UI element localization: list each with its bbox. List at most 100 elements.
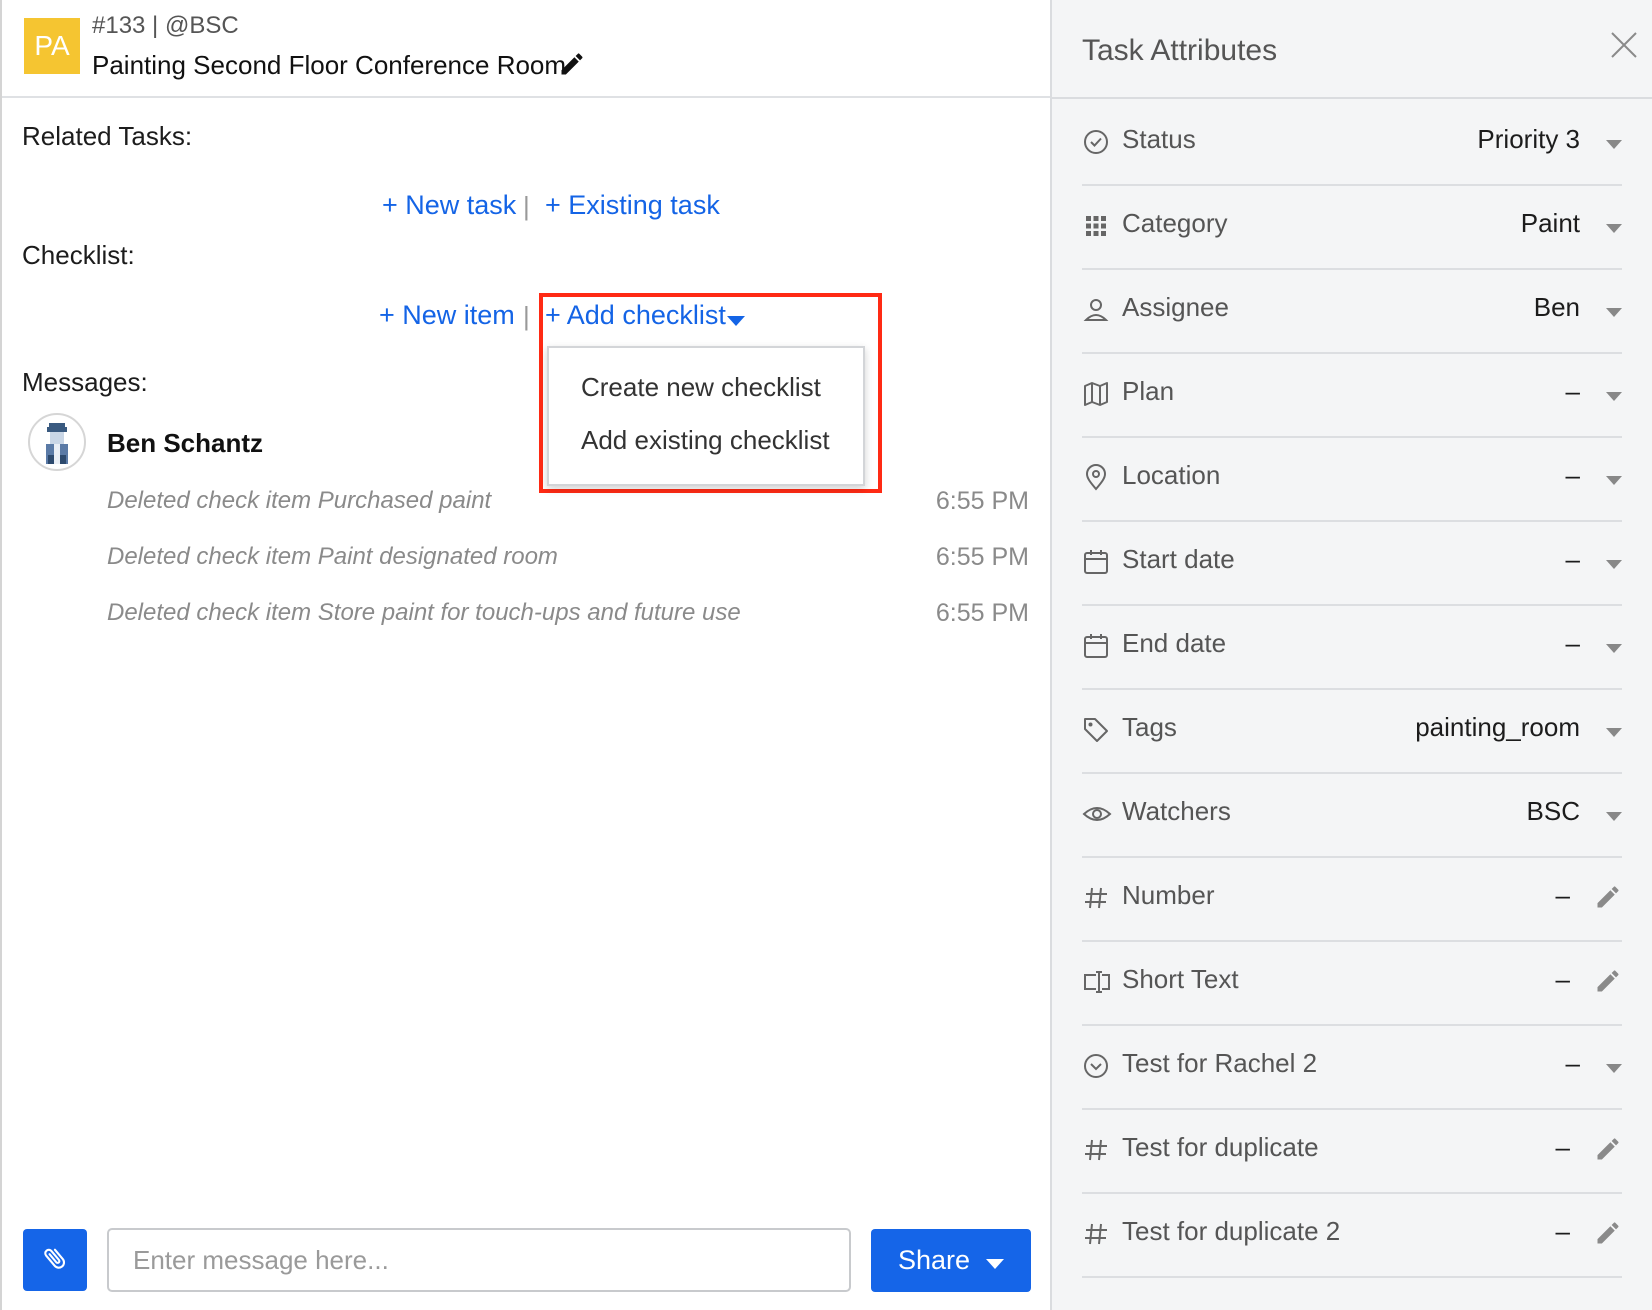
message-time: 6:55 PM [935, 487, 1029, 515]
attribute-row-watchers[interactable]: Watchers BSC [1082, 772, 1622, 858]
attribute-label: Start date [1122, 544, 1235, 574]
message-text: Deleted check item Store paint for touch… [107, 599, 741, 626]
attribute-label: End date [1122, 628, 1227, 658]
attribute-label: Number [1122, 880, 1215, 910]
task-header: PA #133 | @BSC Painting Second Floor Con… [2, 0, 1052, 98]
checklist-label: Checklist: [22, 240, 135, 270]
attach-button[interactable] [23, 1229, 87, 1291]
edit-icon[interactable] [1594, 967, 1622, 1000]
attribute-label: Plan [1122, 376, 1175, 406]
calendar-icon [1082, 632, 1110, 660]
new-item-link[interactable]: + New item [379, 300, 515, 331]
attribute-row-end-date[interactable]: End date – [1082, 604, 1622, 690]
attribute-value[interactable]: BSC [1527, 796, 1580, 827]
attribute-label: Status [1122, 124, 1196, 154]
message-text: Deleted check item Purchased paint [107, 487, 492, 514]
share-button[interactable]: Share [871, 1229, 1031, 1292]
edit-icon[interactable] [1594, 883, 1622, 916]
attribute-row-test-for-duplicate[interactable]: Test for duplicate – [1082, 1108, 1622, 1194]
caret-down-icon[interactable] [1606, 640, 1622, 658]
caret-down-icon[interactable] [1606, 472, 1622, 490]
new-task-link[interactable]: + New task [382, 190, 516, 221]
caret-down-icon[interactable] [1606, 556, 1622, 574]
attribute-value[interactable]: Paint [1521, 208, 1580, 239]
person-icon [1082, 296, 1110, 324]
attribute-row-plan[interactable]: Plan – [1082, 352, 1622, 438]
task-main-pane: PA #133 | @BSC Painting Second Floor Con… [0, 0, 1052, 1310]
attribute-row-short-text[interactable]: Short Text – [1082, 940, 1622, 1026]
edit-title-icon[interactable] [558, 50, 586, 83]
panel-title: Task Attributes [1082, 34, 1278, 67]
related-tasks-label: Related Tasks: [22, 121, 193, 151]
attribute-row-number[interactable]: Number – [1082, 856, 1622, 942]
check-circle-icon [1082, 128, 1110, 156]
attribute-label: Test for Rachel 2 [1122, 1048, 1318, 1078]
attribute-row-location[interactable]: Location – [1082, 436, 1622, 522]
edit-icon[interactable] [1594, 1219, 1622, 1252]
message-author: Ben Schantz [107, 428, 264, 458]
hash-icon [1082, 1136, 1110, 1164]
attribute-value[interactable]: – [1566, 544, 1580, 575]
edit-icon[interactable] [1594, 1135, 1622, 1168]
task-title: Painting Second Floor Conference Room [92, 50, 567, 80]
attribute-value[interactable]: painting_room [1415, 712, 1580, 743]
existing-task-link[interactable]: + Existing task [545, 190, 720, 221]
attribute-label: Location [1122, 460, 1221, 490]
hash-icon [1082, 884, 1110, 912]
avatar [28, 413, 86, 471]
attribute-label: Test for duplicate 2 [1122, 1216, 1341, 1246]
message-input[interactable] [107, 1228, 851, 1292]
caret-down-icon[interactable] [1606, 808, 1622, 826]
separator: | [523, 301, 530, 331]
tag-icon [1082, 716, 1110, 744]
attribute-label: Short Text [1122, 964, 1239, 994]
attribute-value[interactable]: – [1556, 964, 1570, 995]
add-checklist-menu: Create new checklist Add existing checkl… [547, 346, 865, 486]
attribute-value[interactable]: – [1556, 880, 1570, 911]
attribute-row-test-for-duplicate-2[interactable]: Test for duplicate 2 – [1082, 1192, 1622, 1278]
attribute-row-status[interactable]: Status Priority 3 [1082, 100, 1622, 186]
message-time: 6:55 PM [935, 543, 1029, 571]
task-badge: PA [24, 18, 80, 74]
caret-down-icon[interactable] [1606, 304, 1622, 322]
attribute-value[interactable]: – [1566, 1048, 1580, 1079]
hash-icon [1082, 1220, 1110, 1248]
calendar-icon [1082, 548, 1110, 576]
attribute-row-category[interactable]: Category Paint [1082, 184, 1622, 270]
caret-down-icon[interactable] [1606, 136, 1622, 154]
attribute-row-assignee[interactable]: Assignee Ben [1082, 268, 1622, 354]
caret-down-icon[interactable] [1606, 220, 1622, 238]
menu-item-create-new-checklist[interactable]: Create new checklist [581, 372, 821, 403]
task-attributes-panel: Task Attributes Status Priority 3 Category… [1050, 0, 1652, 1310]
attribute-value[interactable]: – [1556, 1132, 1570, 1163]
paperclip-icon [41, 1243, 69, 1278]
attribute-value[interactable]: – [1566, 376, 1580, 407]
chevron-circle-icon [1082, 1052, 1110, 1080]
attribute-value[interactable]: – [1556, 1216, 1570, 1247]
menu-item-add-existing-checklist[interactable]: Add existing checklist [581, 425, 830, 456]
map-icon [1082, 380, 1110, 408]
attribute-row-start-date[interactable]: Start date – [1082, 520, 1622, 606]
attribute-row-test-for-rachel-2[interactable]: Test for Rachel 2 – [1082, 1024, 1622, 1110]
text-field-icon [1082, 968, 1110, 996]
attribute-label: Tags [1122, 712, 1177, 742]
eye-icon [1082, 800, 1112, 828]
task-meta: #133 | @BSC [92, 12, 239, 39]
attribute-value[interactable]: – [1566, 460, 1580, 491]
attribute-row-tags[interactable]: Tags painting_room [1082, 688, 1622, 774]
close-icon[interactable] [1609, 30, 1639, 65]
messages-label: Messages: [22, 367, 148, 397]
attribute-label: Assignee [1122, 292, 1229, 322]
panel-divider [1052, 97, 1652, 99]
caret-down-icon[interactable] [1606, 1060, 1622, 1078]
attribute-value[interactable]: – [1566, 628, 1580, 659]
grid-icon [1082, 212, 1110, 240]
caret-down-icon[interactable] [1606, 388, 1622, 406]
attribute-value[interactable]: Ben [1534, 292, 1580, 323]
share-label: Share [897, 1245, 971, 1275]
message-time: 6:55 PM [935, 599, 1029, 627]
attribute-value[interactable]: Priority 3 [1477, 124, 1580, 155]
attribute-label: Category [1122, 208, 1228, 238]
message-text: Deleted check item Paint designated room [107, 543, 558, 570]
caret-down-icon[interactable] [1606, 724, 1622, 742]
